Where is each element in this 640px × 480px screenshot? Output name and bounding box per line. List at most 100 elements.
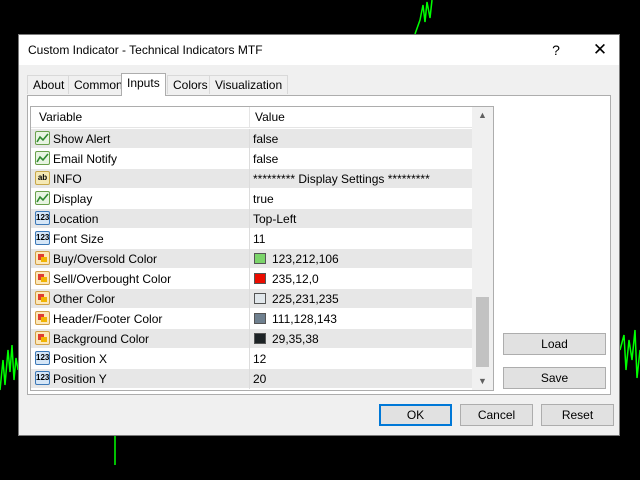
inputs-grid: Variable Value Show Alert false Email Noti… — [30, 106, 494, 391]
tab-colors[interactable]: Colors — [167, 75, 214, 94]
table-row[interactable]: Buy/Oversold Color 123,212,106 — [31, 249, 472, 269]
cell-divider — [249, 289, 250, 309]
table-row[interactable]: ab INFO ********* Display Settings *******… — [31, 169, 472, 189]
color-icon — [35, 311, 50, 325]
cell-divider — [249, 309, 250, 329]
table-row[interactable]: Sell/Overbought Color 235,12,0 — [31, 269, 472, 289]
cell-divider — [249, 369, 250, 389]
table-row[interactable]: Display true — [31, 189, 472, 209]
table-row[interactable]: Other Color 225,231,235 — [31, 289, 472, 309]
vertical-scrollbar[interactable]: ▲ ▼ — [472, 107, 493, 390]
bool-icon — [35, 131, 50, 145]
variable-value[interactable]: false — [253, 152, 278, 166]
variable-value[interactable]: 123,212,106 — [272, 252, 339, 266]
integer-icon: 123 — [35, 351, 50, 365]
icon-label: 123 — [36, 373, 50, 382]
table-row[interactable]: 123 Location Top-Left — [31, 209, 472, 229]
variable-value[interactable]: 20 — [253, 372, 266, 386]
cell-divider — [249, 329, 250, 349]
color-swatch[interactable] — [254, 313, 266, 324]
scroll-down-arrow-icon[interactable]: ▼ — [472, 373, 493, 390]
color-icon — [35, 251, 50, 265]
cell-divider — [249, 229, 250, 249]
integer-icon: 123 — [35, 231, 50, 245]
tab-common[interactable]: Common — [68, 75, 129, 94]
icon-label: ab — [37, 173, 48, 182]
grid-rows: Show Alert false Email Notify false ab INFO **… — [31, 129, 472, 389]
variable-name: Position Y — [53, 372, 107, 386]
variable-name: INFO — [53, 172, 82, 186]
cell-divider — [249, 189, 250, 209]
cancel-button[interactable]: Cancel — [460, 404, 533, 426]
help-button[interactable]: ? — [545, 40, 567, 60]
table-row[interactable]: 123 Font Size 11 — [31, 229, 472, 249]
scroll-up-arrow-icon[interactable]: ▲ — [472, 107, 493, 124]
cell-divider — [249, 149, 250, 169]
scroll-thumb[interactable] — [476, 297, 489, 367]
variable-value[interactable]: 29,35,38 — [272, 332, 319, 346]
tab-inputs[interactable]: Inputs — [121, 73, 166, 96]
variable-name: Location — [53, 212, 99, 226]
custom-indicator-dialog: Custom Indicator - Technical Indicators … — [18, 34, 620, 436]
variable-value[interactable]: 111,128,143 — [272, 312, 337, 326]
variable-value[interactable]: Top-Left — [253, 212, 296, 226]
color-swatch[interactable] — [254, 273, 266, 284]
column-header-variable[interactable]: Variable — [39, 110, 82, 124]
icon-label: 123 — [36, 233, 50, 242]
bool-icon — [35, 151, 50, 165]
color-icon — [35, 291, 50, 305]
variable-value[interactable]: 11 — [253, 232, 265, 246]
integer-icon: 123 — [35, 371, 50, 385]
cell-divider — [249, 269, 250, 289]
string-icon: ab — [35, 171, 50, 185]
color-swatch[interactable] — [254, 253, 266, 264]
table-row[interactable]: Email Notify false — [31, 149, 472, 169]
title-bar: Custom Indicator - Technical Indicators … — [19, 35, 619, 65]
cell-divider — [249, 169, 250, 189]
variable-name: Background Color — [53, 332, 150, 346]
integer-icon: 123 — [35, 211, 50, 225]
variable-name: Position X — [53, 352, 108, 366]
color-icon — [35, 271, 50, 285]
table-row[interactable]: Show Alert false — [31, 129, 472, 149]
icon-label: 123 — [36, 353, 50, 362]
window-title: Custom Indicator - Technical Indicators … — [28, 43, 263, 57]
cell-divider — [249, 349, 250, 369]
ok-button[interactable]: OK — [379, 404, 452, 426]
variable-value[interactable]: false — [253, 132, 278, 146]
variable-name: Show Alert — [53, 132, 111, 146]
tab-visualization[interactable]: Visualization — [209, 75, 289, 94]
cell-divider — [249, 209, 250, 229]
tab-about[interactable]: About — [27, 75, 71, 94]
column-divider[interactable] — [249, 107, 250, 127]
table-row[interactable]: 123 Position X 12 — [31, 349, 472, 369]
variable-name: Font Size — [53, 232, 104, 246]
variable-name: Buy/Oversold Color — [53, 252, 158, 266]
variable-value[interactable]: true — [253, 192, 274, 206]
load-button[interactable]: Load — [503, 333, 606, 355]
color-swatch[interactable] — [254, 333, 266, 344]
variable-value[interactable]: 235,12,0 — [272, 272, 319, 286]
save-button[interactable]: Save — [503, 367, 606, 389]
cell-divider — [249, 129, 250, 149]
cell-divider — [249, 249, 250, 269]
color-swatch[interactable] — [254, 293, 266, 304]
variable-name: Other Color — [53, 292, 116, 306]
variable-name: Header/Footer Color — [53, 312, 163, 326]
color-icon — [35, 331, 50, 345]
variable-value[interactable]: 225,231,235 — [272, 292, 339, 306]
dialog-client-area: About Common Inputs Colors Visualization… — [19, 65, 619, 435]
table-row[interactable]: Header/Footer Color 111,128,143 — [31, 309, 472, 329]
table-row[interactable]: 123 Position Y 20 — [31, 369, 472, 389]
close-button[interactable]: ✕ — [589, 40, 611, 60]
variable-value[interactable]: ********* Display Settings ********* — [253, 172, 430, 186]
variable-name: Display — [53, 192, 93, 206]
table-row[interactable]: Background Color 29,35,38 — [31, 329, 472, 349]
variable-name: Sell/Overbought Color — [53, 272, 172, 286]
grid-header: Variable Value — [31, 107, 472, 128]
variable-value[interactable]: 12 — [253, 352, 266, 366]
variable-name: Email Notify — [53, 152, 118, 166]
reset-button[interactable]: Reset — [541, 404, 614, 426]
column-header-value[interactable]: Value — [255, 110, 285, 124]
bool-icon — [35, 191, 50, 205]
